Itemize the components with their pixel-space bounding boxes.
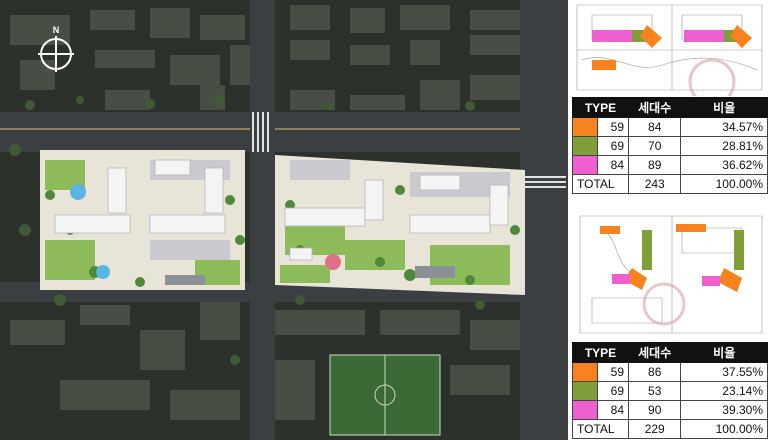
ratio-cell: 34.57% bbox=[680, 117, 768, 137]
type-cell: 69 bbox=[597, 136, 629, 156]
total-row: TOTAL 243 100.00% bbox=[572, 174, 768, 194]
header-ratio: 비율 bbox=[680, 97, 768, 118]
units-cell: 84 bbox=[627, 117, 682, 137]
table-header-row: TYPE 세대수 비율 bbox=[572, 342, 768, 363]
color-swatch-pink bbox=[572, 400, 598, 420]
floor-plan-image-2 bbox=[572, 208, 768, 338]
ratio-cell: 23.14% bbox=[680, 381, 768, 401]
unit-mix-panel: TYPE 세대수 비율 59 84 34.57% 69 70 28.81% 84… bbox=[568, 0, 773, 440]
table-row: 69 70 28.81% bbox=[572, 136, 768, 156]
ratio-cell: 28.81% bbox=[680, 136, 768, 156]
table-row: 84 89 36.62% bbox=[572, 155, 768, 175]
total-units: 243 bbox=[627, 174, 682, 194]
aerial-site-plan: N bbox=[0, 0, 568, 440]
ratio-cell: 36.62% bbox=[680, 155, 768, 175]
header-ratio: 비율 bbox=[680, 342, 768, 363]
floor-plan-image-1 bbox=[572, 0, 768, 96]
unit-mix-table-2: TYPE 세대수 비율 59 86 37.55% 69 53 23.14% 84… bbox=[572, 342, 768, 439]
type-cell: 69 bbox=[597, 381, 629, 401]
color-swatch-orange bbox=[572, 362, 598, 382]
table-row: 59 86 37.55% bbox=[572, 362, 768, 382]
header-type: TYPE bbox=[572, 97, 629, 118]
unit-mix-table-1: TYPE 세대수 비율 59 84 34.57% 69 70 28.81% 84… bbox=[572, 97, 768, 194]
table-row: 84 90 39.30% bbox=[572, 400, 768, 420]
units-cell: 53 bbox=[627, 381, 682, 401]
units-cell: 89 bbox=[627, 155, 682, 175]
header-units: 세대수 bbox=[627, 97, 682, 118]
color-swatch-pink bbox=[572, 155, 598, 175]
compass-label: N bbox=[53, 25, 60, 35]
total-label: TOTAL bbox=[572, 419, 629, 439]
type-cell: 59 bbox=[597, 362, 629, 382]
table-header-row: TYPE 세대수 비율 bbox=[572, 97, 768, 118]
color-swatch-green bbox=[572, 136, 598, 156]
units-cell: 70 bbox=[627, 136, 682, 156]
color-swatch-orange bbox=[572, 117, 598, 137]
header-units: 세대수 bbox=[627, 342, 682, 363]
table-row: 59 84 34.57% bbox=[572, 117, 768, 137]
total-ratio: 100.00% bbox=[680, 419, 768, 439]
color-swatch-green bbox=[572, 381, 598, 401]
total-ratio: 100.00% bbox=[680, 174, 768, 194]
table-row: 69 53 23.14% bbox=[572, 381, 768, 401]
ratio-cell: 39.30% bbox=[680, 400, 768, 420]
total-label: TOTAL bbox=[572, 174, 629, 194]
type-cell: 59 bbox=[597, 117, 629, 137]
type-cell: 84 bbox=[597, 155, 629, 175]
units-cell: 86 bbox=[627, 362, 682, 382]
ratio-cell: 37.55% bbox=[680, 362, 768, 382]
total-row: TOTAL 229 100.00% bbox=[572, 419, 768, 439]
units-cell: 90 bbox=[627, 400, 682, 420]
header-type: TYPE bbox=[572, 342, 629, 363]
total-units: 229 bbox=[627, 419, 682, 439]
type-cell: 84 bbox=[597, 400, 629, 420]
